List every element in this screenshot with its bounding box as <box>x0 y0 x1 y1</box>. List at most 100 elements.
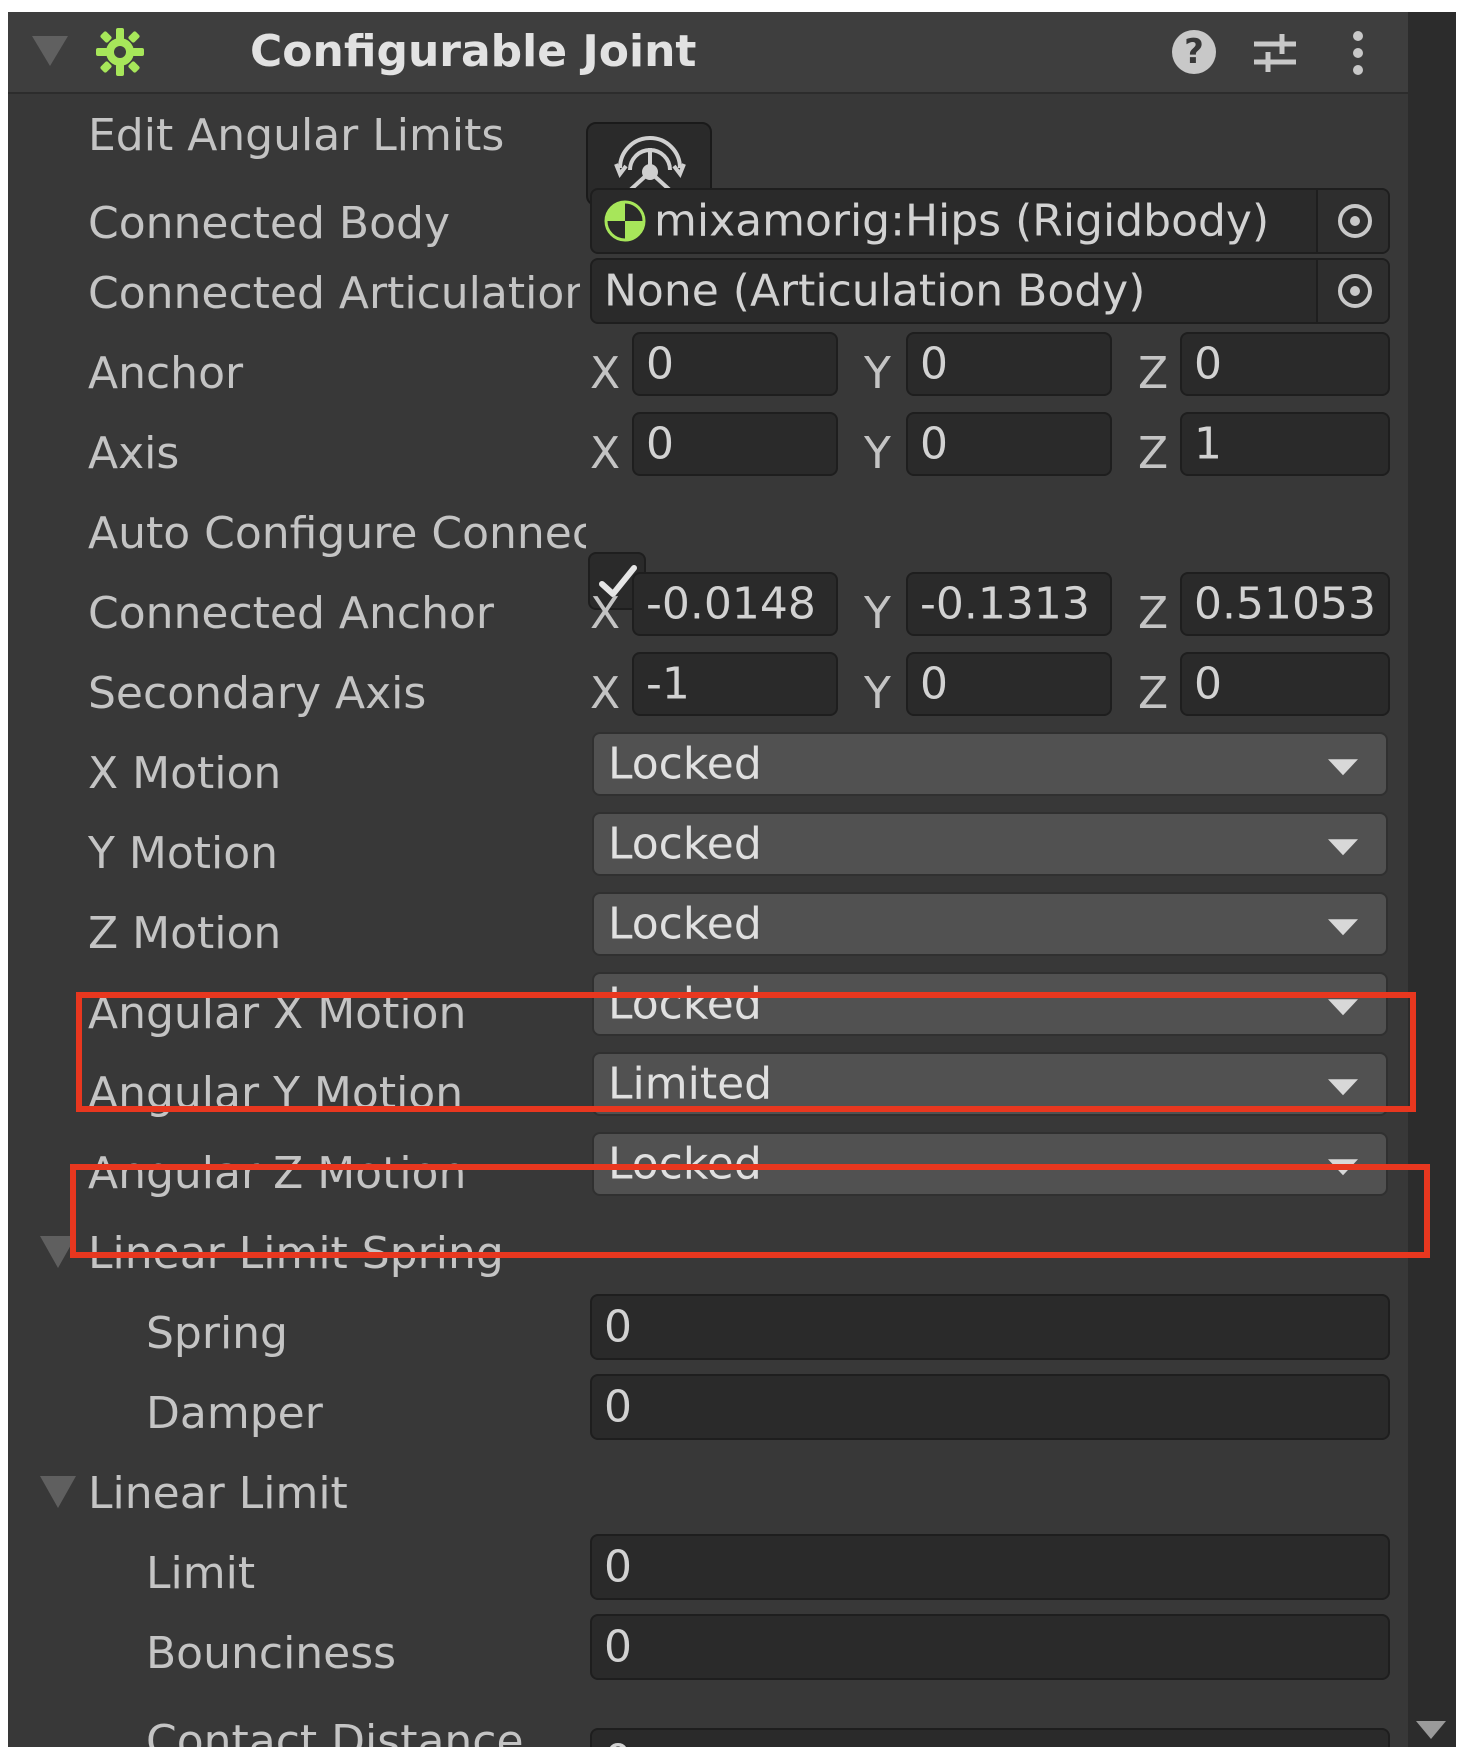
dropdown-arrow-icon <box>1328 1079 1358 1096</box>
connected-articulation-value: None (Articulation Body) <box>604 265 1146 317</box>
axis-z-field[interactable]: 1 <box>1180 412 1390 476</box>
collapse-arrow-icon[interactable] <box>32 36 68 66</box>
connected-anchor-x-value: -0.0148 <box>646 578 816 630</box>
connected-anchor-y-value: -0.1313 <box>920 578 1090 630</box>
edit-angular-limits-label: Edit Angular Limits <box>88 110 505 161</box>
connected-anchor-y-letter[interactable]: Y <box>864 588 891 639</box>
anchor-x-value: 0 <box>646 338 674 390</box>
connected-anchor-z-field[interactable]: 0.51053 <box>1180 572 1390 636</box>
object-picker-icon <box>1338 274 1372 308</box>
angular-y-motion-value: Limited <box>608 1058 773 1110</box>
dropdown-arrow-icon <box>1328 919 1358 936</box>
connected-anchor-label: Connected Anchor <box>88 588 494 639</box>
contact-distance-value: 0 <box>604 1736 632 1748</box>
connected-anchor-x-letter[interactable]: X <box>590 588 620 639</box>
linear-limit-header[interactable]: Linear Limit <box>88 1468 348 1519</box>
object-picker-icon <box>1338 204 1372 238</box>
axis-z-value: 1 <box>1194 418 1222 470</box>
y-motion-value: Locked <box>608 818 762 870</box>
presets-icon[interactable] <box>1250 28 1300 78</box>
connected-anchor-y-field[interactable]: -0.1313 <box>906 572 1112 636</box>
x-motion-value: Locked <box>608 738 762 790</box>
z-motion-value: Locked <box>608 898 762 950</box>
dropdown-arrow-icon <box>1328 839 1358 856</box>
linear-limit-spring-header[interactable]: Linear Limit Spring <box>88 1228 504 1279</box>
axis-z-letter[interactable]: Z <box>1138 428 1168 479</box>
angular-limits-gizmo-icon <box>614 136 686 194</box>
dropdown-arrow-icon <box>1328 999 1358 1016</box>
y-motion-dropdown[interactable]: Locked <box>592 812 1388 876</box>
angular-x-motion-value: Locked <box>608 978 762 1030</box>
x-motion-label: X Motion <box>88 748 282 799</box>
anchor-x-letter[interactable]: X <box>590 348 620 399</box>
object-picker-button[interactable] <box>1316 190 1388 252</box>
anchor-z-field[interactable]: 0 <box>1180 332 1390 396</box>
anchor-z-value: 0 <box>1194 338 1222 390</box>
secondary-axis-z-letter[interactable]: Z <box>1138 668 1168 719</box>
damper-label: Damper <box>146 1388 323 1439</box>
anchor-label: Anchor <box>88 348 244 399</box>
anchor-z-letter[interactable]: Z <box>1138 348 1168 399</box>
anchor-y-letter[interactable]: Y <box>864 348 891 399</box>
anchor-y-value: 0 <box>920 338 948 390</box>
x-motion-dropdown[interactable]: Locked <box>592 732 1388 796</box>
anchor-x-field[interactable]: 0 <box>632 332 838 396</box>
angular-z-motion-value: Locked <box>608 1138 762 1190</box>
joint-gear-icon <box>96 28 144 76</box>
anchor-y-field[interactable]: 0 <box>906 332 1112 396</box>
connected-body-field[interactable]: mixamorig:Hips (Rigidbody) <box>590 188 1390 254</box>
secondary-axis-y-letter[interactable]: Y <box>864 668 891 719</box>
spring-label: Spring <box>146 1308 288 1359</box>
angular-x-motion-label: Angular X Motion <box>88 988 467 1039</box>
axis-y-field[interactable]: 0 <box>906 412 1112 476</box>
connected-body-label: Connected Body <box>88 198 450 249</box>
secondary-axis-y-field[interactable]: 0 <box>906 652 1112 716</box>
linear-limit-spring-foldout-icon[interactable] <box>40 1236 76 1268</box>
secondary-axis-y-value: 0 <box>920 658 948 710</box>
z-motion-dropdown[interactable]: Locked <box>592 892 1388 956</box>
component-header[interactable]: Configurable Joint ? <box>8 12 1408 94</box>
spring-value: 0 <box>604 1301 632 1353</box>
object-picker-button[interactable] <box>1316 260 1388 322</box>
connected-anchor-z-value: 0.51053 <box>1194 578 1376 630</box>
connected-anchor-z-letter[interactable]: Z <box>1138 588 1168 639</box>
axis-x-letter[interactable]: X <box>590 428 620 479</box>
contact-distance-label: Contact Distance <box>146 1716 524 1747</box>
angular-x-motion-dropdown[interactable]: Locked <box>592 972 1388 1036</box>
angular-z-motion-dropdown[interactable]: Locked <box>592 1132 1388 1196</box>
secondary-axis-label: Secondary Axis <box>88 668 427 719</box>
secondary-axis-x-value: -1 <box>646 658 690 710</box>
vertical-scrollbar[interactable] <box>1408 12 1456 1747</box>
spring-field[interactable]: 0 <box>590 1294 1390 1360</box>
axis-y-letter[interactable]: Y <box>864 428 891 479</box>
secondary-axis-z-field[interactable]: 0 <box>1180 652 1390 716</box>
axis-y-value: 0 <box>920 418 948 470</box>
axis-x-field[interactable]: 0 <box>632 412 838 476</box>
more-menu-icon[interactable] <box>1348 28 1368 78</box>
dropdown-arrow-icon <box>1328 1159 1358 1176</box>
auto-configure-label: Auto Configure Connected Anchor <box>88 508 586 559</box>
damper-value: 0 <box>604 1381 632 1433</box>
limit-value: 0 <box>604 1541 632 1593</box>
connected-articulation-field[interactable]: None (Articulation Body) <box>590 258 1390 324</box>
limit-field[interactable]: 0 <box>590 1534 1390 1600</box>
angular-y-motion-label: Angular Y Motion <box>88 1068 464 1119</box>
help-icon[interactable]: ? <box>1172 30 1216 74</box>
bounciness-label: Bounciness <box>146 1628 397 1679</box>
linear-limit-foldout-icon[interactable] <box>40 1476 76 1508</box>
angular-z-motion-label: Angular Z Motion <box>88 1148 467 1199</box>
scroll-down-arrow-icon[interactable] <box>1416 1721 1446 1739</box>
contact-distance-field[interactable]: 0 <box>590 1728 1390 1747</box>
damper-field[interactable]: 0 <box>590 1374 1390 1440</box>
z-motion-label: Z Motion <box>88 908 282 959</box>
secondary-axis-x-field[interactable]: -1 <box>632 652 838 716</box>
limit-label: Limit <box>146 1548 256 1599</box>
angular-y-motion-dropdown[interactable]: Limited <box>592 1052 1388 1116</box>
inspector-panel: Configurable Joint ? Edit Angular Limits <box>8 12 1456 1747</box>
component-title: Configurable Joint <box>250 26 697 77</box>
axis-x-value: 0 <box>646 418 674 470</box>
bounciness-value: 0 <box>604 1621 632 1673</box>
connected-anchor-x-field[interactable]: -0.0148 <box>632 572 838 636</box>
bounciness-field[interactable]: 0 <box>590 1614 1390 1680</box>
secondary-axis-x-letter[interactable]: X <box>590 668 620 719</box>
